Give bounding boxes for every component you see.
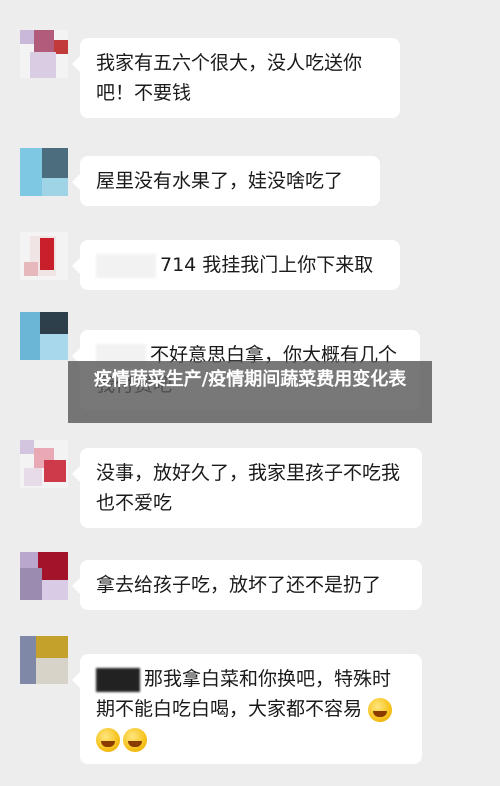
avatar[interactable] — [20, 312, 68, 360]
message-text: 没事，放好久了，我家里孩子不吃我也不爱吃 — [96, 462, 401, 514]
overlay-title-banner: 疫情蔬菜生产/疫情期间蔬菜费用变化表 — [68, 361, 432, 423]
message-bubble[interactable]: 那我拿白菜和你换吧，特殊时期不能白吃白喝，大家都不容易 — [72, 654, 422, 764]
message-bubble[interactable]: 屋里没有水果了，娃没啥吃了 — [72, 156, 380, 206]
message-text: 拿去给孩子吃，放坏了还不是扔了 — [96, 574, 382, 596]
redacted-text — [96, 667, 140, 692]
overlay-title: 疫情蔬菜生产/疫情期间蔬菜费用变化表 — [93, 369, 407, 390]
message-text: 屋里没有水果了，娃没啥吃了 — [96, 170, 344, 192]
message-bubble[interactable]: 拿去给孩子吃，放坏了还不是扔了 — [72, 560, 422, 610]
avatar[interactable] — [20, 552, 68, 600]
message-bubble[interactable]: 没事，放好久了，我家里孩子不吃我也不爱吃 — [72, 448, 422, 528]
avatar[interactable] — [20, 440, 68, 488]
message-text: 714 我挂我门上你下来取 — [160, 254, 374, 276]
message-bubble[interactable]: 我家有五六个很大，没人吃送你吧！不要钱 — [72, 38, 400, 118]
redacted-text — [96, 253, 156, 278]
avatar[interactable] — [20, 148, 68, 196]
message-bubble[interactable]: 714 我挂我门上你下来取 — [72, 240, 400, 290]
avatar[interactable] — [20, 30, 68, 78]
laughing-crying-emoji-icon — [96, 727, 120, 752]
message-text: 那我拿白菜和你换吧，特殊时期不能白吃白喝，大家都不容易 — [96, 668, 392, 720]
message-text: 我家有五六个很大，没人吃送你吧！不要钱 — [96, 52, 363, 104]
laughing-crying-emoji-icon — [368, 697, 393, 722]
avatar[interactable] — [20, 232, 68, 280]
avatar[interactable] — [20, 636, 68, 684]
laughing-crying-emoji-icon — [123, 727, 147, 752]
